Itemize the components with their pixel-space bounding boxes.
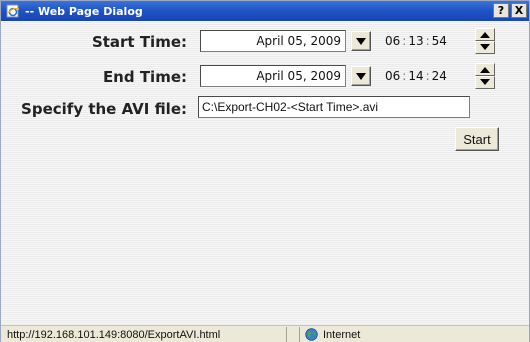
close-button[interactable]: X (511, 3, 527, 18)
start-second[interactable]: 54 (432, 34, 447, 48)
start-minute[interactable]: 13 (408, 34, 423, 48)
window-title: -- Web Page Dialog (25, 4, 143, 18)
title-bar[interactable]: -- Web Page Dialog ? X (1, 1, 529, 21)
dialog-content: Start Time: April 05, 2009 06 : 13 : 54 … (1, 21, 529, 325)
start-date-dropdown-button[interactable] (351, 31, 371, 51)
end-time-label: End Time: (102, 68, 187, 86)
end-spin-down-button[interactable] (475, 76, 495, 89)
dialog-window: -- Web Page Dialog ? X Start Time: April… (0, 0, 530, 342)
start-date-field[interactable]: April 05, 2009 (200, 30, 346, 52)
time-separator: : (402, 34, 407, 48)
ie-page-icon (6, 4, 20, 18)
avi-file-input[interactable] (198, 96, 470, 118)
end-second[interactable]: 24 (432, 69, 447, 83)
title-buttons: ? X (493, 3, 527, 18)
triangle-up-icon (480, 32, 490, 38)
help-button[interactable]: ? (493, 3, 509, 18)
status-url: http://192.168.101.149:8080/ExportAVI.ht… (3, 327, 287, 342)
chevron-down-icon (356, 38, 366, 45)
end-date-field[interactable]: April 05, 2009 (200, 65, 346, 87)
start-spin-down-button[interactable] (475, 41, 495, 54)
chevron-down-icon (356, 73, 366, 80)
time-separator: : (402, 69, 407, 83)
status-bar: http://192.168.101.149:8080/ExportAVI.ht… (1, 325, 529, 342)
end-time-value[interactable]: 06 : 14 : 24 (385, 66, 447, 86)
globe-icon (305, 328, 318, 341)
start-spin-up-button[interactable] (475, 28, 495, 41)
start-time-spinner[interactable] (475, 28, 495, 54)
end-hour[interactable]: 06 (385, 69, 400, 83)
avi-file-label: Specify the AVI file: (21, 100, 187, 118)
start-hour[interactable]: 06 (385, 34, 400, 48)
start-time-value[interactable]: 06 : 13 : 54 (385, 31, 447, 51)
triangle-up-icon (480, 67, 490, 73)
status-zone-label: Internet (323, 328, 361, 341)
end-time-spinner[interactable] (475, 63, 495, 89)
time-separator: : (425, 69, 430, 83)
end-minute[interactable]: 14 (408, 69, 423, 83)
end-spin-up-button[interactable] (475, 63, 495, 76)
end-date-dropdown-button[interactable] (351, 66, 371, 86)
triangle-down-icon (480, 79, 490, 85)
time-separator: : (425, 34, 430, 48)
start-time-label: Start Time: (91, 33, 187, 51)
triangle-down-icon (480, 44, 490, 50)
start-button[interactable]: Start (455, 127, 499, 151)
status-zone: Internet (305, 327, 360, 342)
status-divider (288, 327, 300, 342)
